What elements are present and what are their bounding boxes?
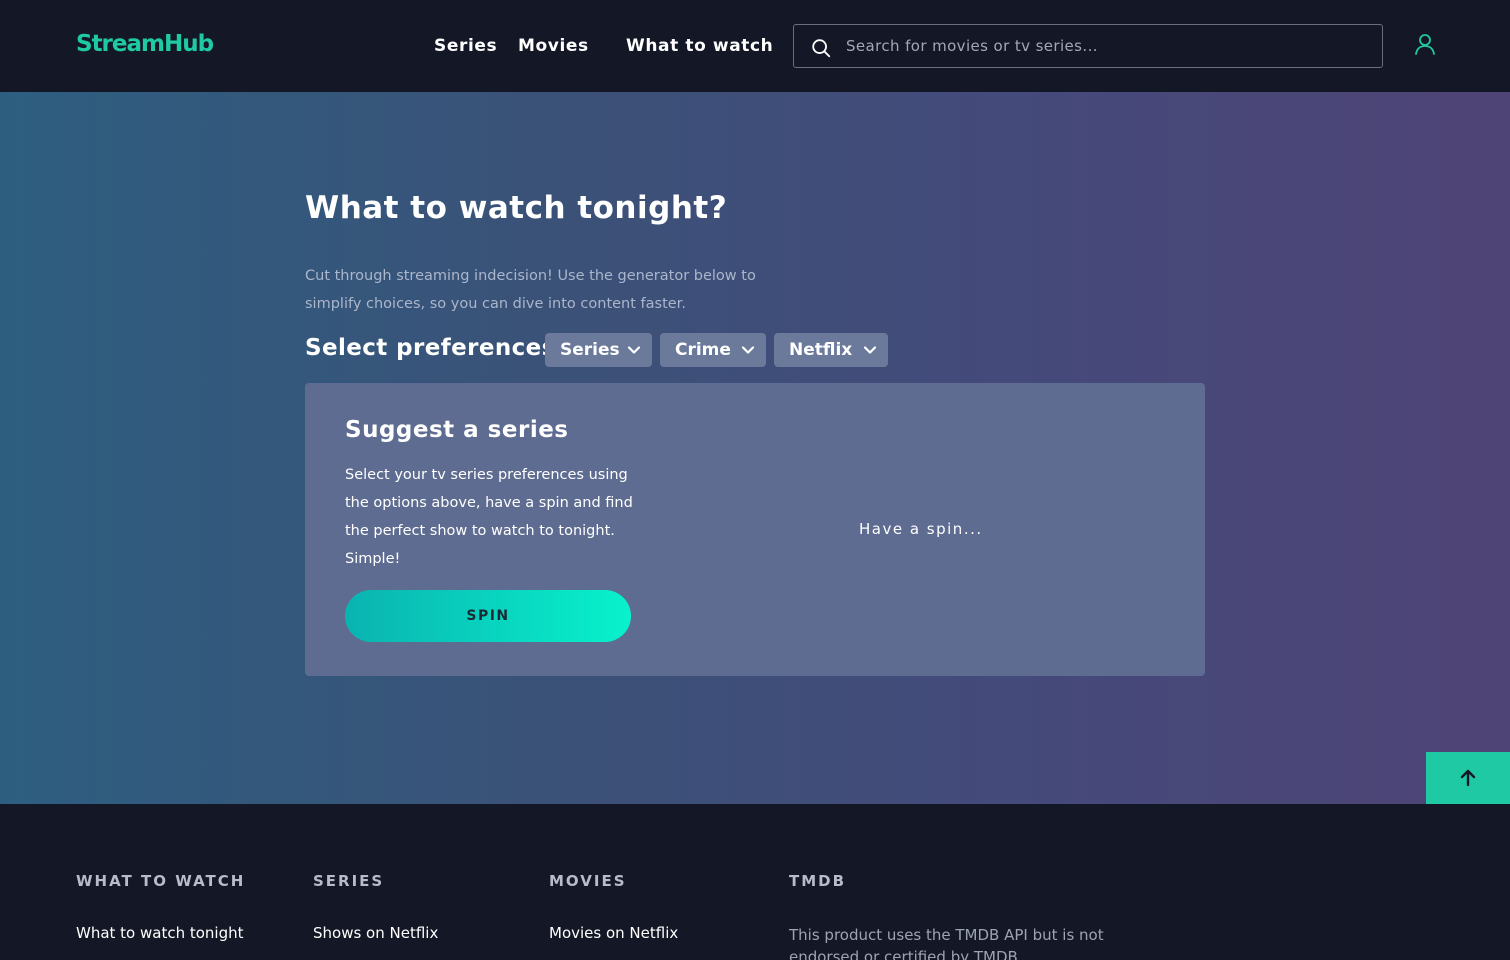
- chevron-down-icon: [863, 346, 877, 354]
- genre-select-value: Crime: [675, 340, 731, 360]
- spin-button[interactable]: SPIN: [345, 590, 631, 642]
- footer-link-movies-on-netflix[interactable]: Movies on Netflix: [549, 924, 678, 942]
- nav-series[interactable]: Series: [434, 36, 497, 56]
- type-select[interactable]: Series: [545, 333, 652, 367]
- suggest-card: Suggest a series Select your tv series p…: [305, 383, 1205, 676]
- footer-heading-series: SERIES: [313, 872, 385, 890]
- spin-status: Have a spin...: [859, 520, 983, 538]
- top-navigation: StreamHub Series Movies What to watch: [0, 0, 1510, 92]
- hero-section: What to watch tonight? Cut through strea…: [0, 92, 1510, 804]
- arrow-up-icon: [1460, 769, 1476, 787]
- tmdb-attribution: This product uses the TMDB API but is no…: [789, 926, 1104, 960]
- card-description: Select your tv series preferences using …: [345, 467, 633, 567]
- footer-heading-movies: MOVIES: [549, 872, 627, 890]
- nav-what-to-watch[interactable]: What to watch: [626, 36, 773, 56]
- chevron-down-icon: [627, 346, 641, 354]
- footer-link-what-to-watch-tonight[interactable]: What to watch tonight: [76, 924, 244, 942]
- provider-select[interactable]: Netflix: [774, 333, 888, 367]
- search-bar: [793, 24, 1383, 68]
- footer-link-shows-on-netflix[interactable]: Shows on Netflix: [313, 924, 438, 942]
- footer-heading-tmdb: TMDB: [789, 872, 847, 890]
- page-title: What to watch tonight?: [305, 190, 728, 226]
- search-icon: [812, 39, 831, 58]
- footer: WHAT TO WATCH What to watch tonight SERI…: [0, 804, 1510, 960]
- nav-movies[interactable]: Movies: [518, 36, 589, 56]
- scroll-to-top-button[interactable]: [1426, 752, 1510, 804]
- card-title: Suggest a series: [345, 417, 569, 443]
- footer-heading-what-to-watch: WHAT TO WATCH: [76, 872, 246, 890]
- provider-select-value: Netflix: [789, 340, 853, 360]
- genre-select[interactable]: Crime: [660, 333, 766, 367]
- page-description: Cut through streaming indecision! Use th…: [305, 268, 756, 312]
- user-icon[interactable]: [1413, 32, 1437, 56]
- logo[interactable]: StreamHub: [76, 31, 214, 57]
- type-select-value: Series: [560, 340, 620, 360]
- search-input[interactable]: [846, 25, 1376, 67]
- chevron-down-icon: [741, 346, 755, 354]
- preferences-label: Select preferences:: [305, 335, 566, 361]
